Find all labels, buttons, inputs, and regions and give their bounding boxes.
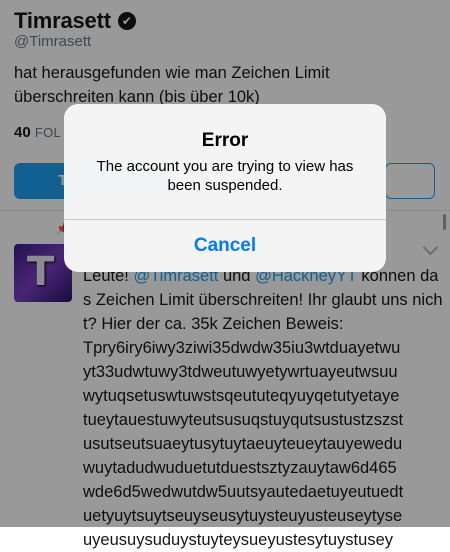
error-alert: Error The account you are trying to view…: [64, 104, 386, 272]
alert-title: Error: [201, 130, 249, 151]
tweet-line: uyeusuysuduystuyteysueyustesytuystusey: [83, 531, 393, 549]
cancel-button[interactable]: Cancel: [64, 220, 386, 272]
alert-message: The account you are trying to view has b…: [96, 158, 354, 194]
